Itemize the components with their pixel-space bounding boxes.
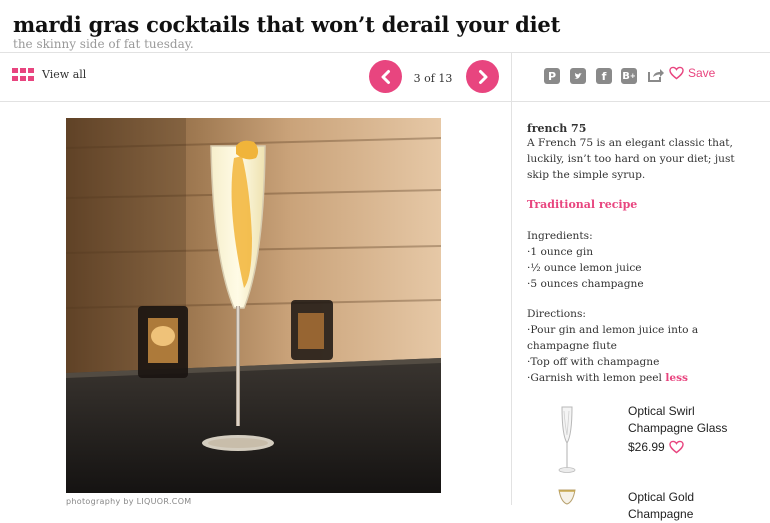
list-item: ·½ ounce lemon juice	[527, 262, 642, 274]
heart-icon	[669, 66, 684, 80]
twitter-icon[interactable]	[570, 68, 586, 84]
next-slide-button[interactable]	[466, 60, 499, 93]
list-item: ·5 ounces champagne	[527, 278, 644, 290]
product-image[interactable]	[552, 405, 582, 475]
list-item: ·Pour gin and lemon juice into a champag…	[527, 324, 699, 352]
directions-list: ·Pour gin and lemon juice into a champag…	[527, 322, 752, 386]
directions-heading: Directions:	[527, 308, 587, 320]
slide-counter: 3 of 13	[413, 72, 453, 85]
ingredients-list: ·1 ounce gin ·½ ounce lemon juice ·5 oun…	[527, 244, 752, 292]
share-icon[interactable]	[647, 67, 665, 83]
previous-slide-button[interactable]	[369, 60, 402, 93]
save-button[interactable]: Save	[669, 66, 715, 80]
facebook-icon[interactable]: f	[596, 68, 612, 84]
ingredients-heading: Ingredients:	[527, 230, 593, 242]
chevron-left-icon	[381, 69, 390, 84]
grid-icon	[12, 68, 34, 81]
product-name[interactable]: Optical Swirl Champagne Glass	[628, 403, 758, 437]
product-price: $26.99	[628, 440, 684, 454]
heart-icon[interactable]	[668, 440, 684, 454]
drink-description: A French 75 is an elegant classic that, …	[527, 137, 735, 181]
less-link[interactable]: less	[665, 372, 688, 384]
product-image[interactable]	[553, 488, 581, 505]
list-item: ·Garnish with lemon peel less	[527, 372, 689, 384]
page-subtitle: the skinny side of fat tuesday.	[13, 37, 194, 51]
product-name[interactable]: Optical Gold Champagne	[628, 489, 758, 523]
list-item: ·Top off with champagne	[527, 356, 660, 368]
column-divider	[511, 53, 512, 505]
chevron-right-icon	[478, 69, 487, 84]
list-item: ·1 ounce gin	[527, 246, 594, 258]
divider	[0, 101, 770, 102]
pinterest-icon[interactable]: P	[544, 68, 560, 84]
blogger-icon[interactable]: B +	[621, 68, 637, 84]
traditional-recipe-link[interactable]: Traditional recipe	[527, 197, 752, 213]
page-title: mardi gras cocktails that won’t derail y…	[13, 12, 561, 37]
divider	[0, 52, 770, 53]
view-all-button[interactable]: View all	[12, 68, 86, 81]
view-all-label: View all	[42, 68, 87, 81]
save-label: Save	[688, 66, 716, 80]
cocktail-photo	[66, 118, 441, 493]
